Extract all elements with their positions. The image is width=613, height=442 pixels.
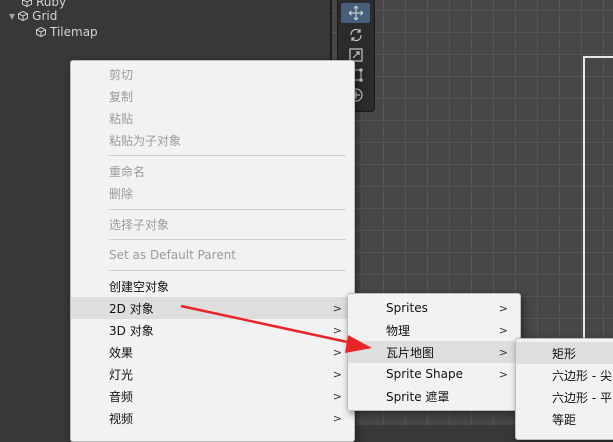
gameobject-cube-icon [22, 0, 32, 7]
menu-item-label: 剪切 [109, 67, 134, 82]
menu-item-rename[interactable]: 重命名 [71, 160, 354, 182]
menu-item-label: 重命名 [109, 164, 146, 179]
chevron-right-icon: > [332, 411, 342, 425]
menu-item-light[interactable]: 灯光 > [71, 363, 354, 385]
menu-item-video[interactable]: 视频 > [71, 407, 354, 429]
gameobject-cube-icon [18, 11, 29, 21]
menu-item-select-children[interactable]: 选择子对象 [71, 213, 354, 235]
gameobject-cube-icon [36, 27, 46, 37]
submenu-2d-object: Sprites > 物理 > 瓦片地图 > Sprite Shape > Sprite … [347, 293, 521, 411]
menu-item-cut[interactable]: 剪切 [71, 63, 354, 85]
menu-separator [109, 209, 346, 210]
menu-item-sprites[interactable]: Sprites > [348, 297, 520, 319]
menu-item-rectangular[interactable]: 矩形 [516, 342, 613, 364]
chevron-right-icon: > [332, 345, 342, 359]
menu-item-sprite-shape[interactable]: Sprite Shape > [348, 363, 520, 385]
menu-item-label: 2D 对象 [109, 301, 154, 316]
menu-item-label: 灯光 [109, 367, 134, 382]
menu-separator [109, 155, 346, 156]
menu-item-create-empty[interactable]: 创建空对象 [71, 275, 354, 297]
menu-item-label: Sprite 遮罩 [386, 389, 450, 404]
menu-item-set-default-parent[interactable]: Set as Default Parent [71, 244, 354, 266]
menu-item-copy[interactable]: 复制 [71, 85, 354, 107]
chevron-right-icon: > [332, 367, 342, 381]
menu-item-effects[interactable]: 效果 > [71, 341, 354, 363]
hierarchy-item-label: Tilemap [50, 25, 98, 39]
menu-item-label: Set as Default Parent [109, 248, 237, 262]
menu-item-label: 六边形 - 尖 [552, 368, 612, 383]
menu-item-label: 粘贴 [109, 111, 134, 126]
menu-item-paste[interactable]: 粘贴 [71, 107, 354, 129]
menu-separator [109, 270, 346, 271]
menu-separator [109, 239, 346, 240]
chevron-right-icon: > [498, 367, 508, 381]
hierarchy-item-label: Grid [32, 9, 58, 23]
menu-item-label: 视频 [109, 411, 134, 426]
hierarchy-item-grid[interactable]: ▼ Grid [9, 8, 57, 24]
menu-item-label: 矩形 [552, 346, 577, 361]
menu-item-sprite-mask[interactable]: Sprite 遮罩 [348, 385, 520, 407]
menu-item-label: 粘贴为子对象 [109, 133, 182, 148]
foldout-expanded-icon[interactable]: ▼ [9, 12, 15, 21]
menu-item-label: 选择子对象 [109, 217, 170, 232]
rotate-tool-icon [349, 28, 362, 42]
menu-item-2d-object[interactable]: 2D 对象 > [71, 297, 354, 319]
menu-item-label: 3D 对象 [109, 323, 154, 338]
menu-item-hex-pointed[interactable]: 六边形 - 尖 [516, 364, 613, 386]
chevron-right-icon: > [498, 345, 508, 359]
menu-item-label: 音频 [109, 389, 134, 404]
hierarchy-item-tilemap[interactable]: Tilemap [36, 24, 98, 40]
menu-item-paste-as-child[interactable]: 粘贴为子对象 [71, 129, 354, 151]
chevron-right-icon: > [332, 301, 342, 315]
menu-item-audio[interactable]: 音频 > [71, 385, 354, 407]
menu-item-label: 物理 [386, 323, 411, 338]
context-menu: 剪切 复制 粘贴 粘贴为子对象 重命名 删除 选择子对象 Set as Defa… [70, 60, 355, 442]
menu-item-label: Sprites [386, 301, 428, 315]
menu-item-label: 效果 [109, 345, 134, 360]
menu-item-delete[interactable]: 删除 [71, 182, 354, 204]
chevron-right-icon: > [498, 323, 508, 337]
chevron-right-icon: > [332, 389, 342, 403]
menu-item-label: 六边形 - 平 [552, 390, 612, 405]
move-tool-icon [348, 5, 363, 21]
menu-item-tilemap[interactable]: 瓦片地图 > [348, 341, 520, 363]
menu-item-isometric[interactable]: 等距 [516, 408, 613, 430]
menu-item-hex-flat[interactable]: 六边形 - 平 [516, 386, 613, 408]
menu-item-label: 创建空对象 [109, 279, 170, 294]
menu-item-label: 删除 [109, 186, 134, 201]
menu-item-label: Sprite Shape [386, 367, 463, 381]
rotate-tool-button[interactable] [341, 25, 370, 45]
move-tool-button[interactable] [341, 3, 370, 23]
menu-item-label: 复制 [109, 89, 134, 104]
menu-item-label: 瓦片地图 [386, 345, 435, 360]
chevron-right-icon: > [332, 323, 342, 337]
menu-item-3d-object[interactable]: 3D 对象 > [71, 319, 354, 341]
chevron-right-icon: > [498, 301, 508, 315]
menu-item-physics[interactable]: 物理 > [348, 319, 520, 341]
